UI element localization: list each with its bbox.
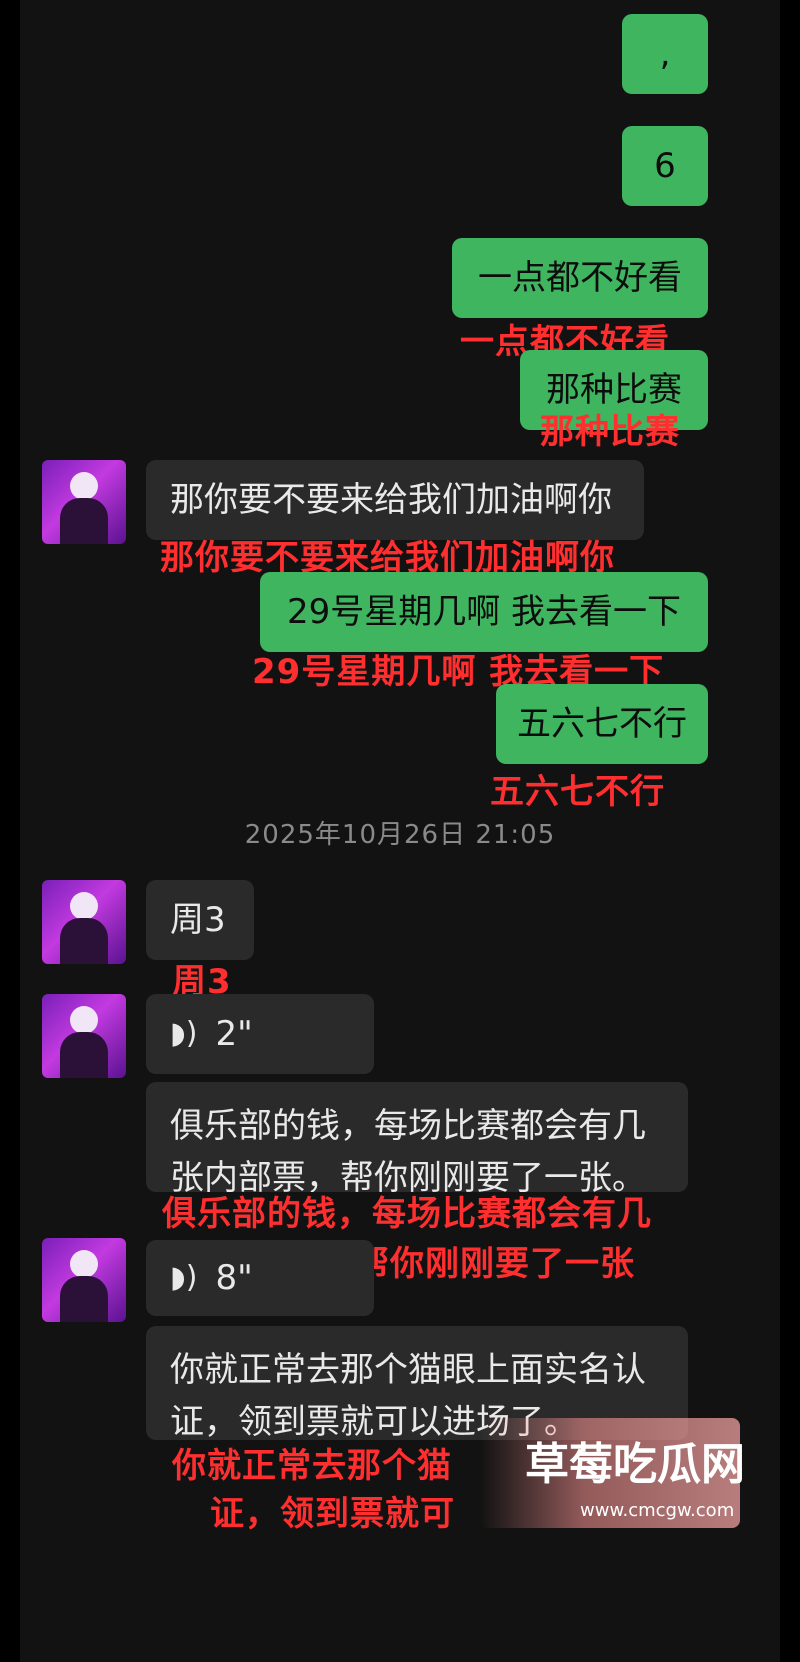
contact-avatar[interactable] bbox=[42, 1238, 126, 1322]
annotation-text: 你就正常去那个猫 bbox=[172, 1446, 452, 1486]
avatar-head bbox=[70, 1006, 98, 1034]
contact-avatar[interactable] bbox=[42, 460, 126, 544]
message-text: , bbox=[659, 34, 671, 74]
message-text: 周3 bbox=[170, 900, 226, 940]
message-bubble-incoming[interactable]: 那你要不要来给我们加油啊你 bbox=[146, 460, 644, 540]
voice-duration: 8" bbox=[215, 1258, 253, 1298]
chat-screen: , 6 一点都不好看 一点都不好看 那种比赛 那种比赛 那你要不要来给我们加油啊… bbox=[20, 0, 780, 1662]
avatar-body bbox=[60, 1032, 108, 1078]
message-text: 俱乐部的钱，每场比赛都会有几张内部票，帮你刚刚要了一张。 bbox=[170, 1106, 646, 1192]
message-bubble-outgoing[interactable]: , bbox=[622, 14, 708, 94]
message-bubble-outgoing[interactable]: 五六七不行 bbox=[496, 684, 708, 764]
annotation-text: 五六七不行 bbox=[490, 772, 665, 812]
avatar-head bbox=[70, 472, 98, 500]
watermark-url: www.cmcgw.com bbox=[580, 1500, 735, 1521]
avatar-body bbox=[60, 918, 108, 964]
message-text: 那你要不要来给我们加油啊你 bbox=[170, 480, 612, 520]
voice-wave-icon: ◗) bbox=[170, 1016, 198, 1051]
chat-timestamp: 2025年10月26日 21:05 bbox=[244, 820, 556, 850]
annotation-text: 证，领到票就可 bbox=[210, 1494, 455, 1534]
voice-message-bubble[interactable]: ◗) 8" bbox=[146, 1240, 374, 1316]
message-text: 一点都不好看 bbox=[478, 258, 682, 298]
message-text: 6 bbox=[654, 146, 676, 186]
message-bubble-incoming[interactable]: 周3 bbox=[146, 880, 254, 960]
message-bubble-outgoing[interactable]: 一点都不好看 bbox=[452, 238, 708, 318]
avatar-body bbox=[60, 1276, 108, 1322]
voice-duration: 2" bbox=[215, 1014, 253, 1054]
avatar-head bbox=[70, 1250, 98, 1278]
watermark-title: 草莓吃瓜网 bbox=[525, 1439, 745, 1490]
avatar-head bbox=[70, 892, 98, 920]
message-text: 五六七不行 bbox=[517, 704, 687, 744]
annotation-text: 俱乐部的钱，每场比赛都会有几 bbox=[162, 1194, 652, 1234]
voice-wave-icon: ◗) bbox=[170, 1260, 198, 1295]
message-bubble-outgoing[interactable]: 29号星期几啊 我去看一下 bbox=[260, 572, 708, 652]
message-bubble-incoming[interactable]: 俱乐部的钱，每场比赛都会有几张内部票，帮你刚刚要了一张。 bbox=[146, 1082, 688, 1192]
avatar-body bbox=[60, 498, 108, 544]
voice-message-bubble[interactable]: ◗) 2" bbox=[146, 994, 374, 1074]
contact-avatar[interactable] bbox=[42, 880, 126, 964]
contact-avatar[interactable] bbox=[42, 994, 126, 1078]
message-bubble-outgoing[interactable]: 6 bbox=[622, 126, 708, 206]
annotation-text: 那种比赛 bbox=[540, 412, 680, 452]
message-text: 29号星期几啊 我去看一下 bbox=[286, 592, 682, 632]
